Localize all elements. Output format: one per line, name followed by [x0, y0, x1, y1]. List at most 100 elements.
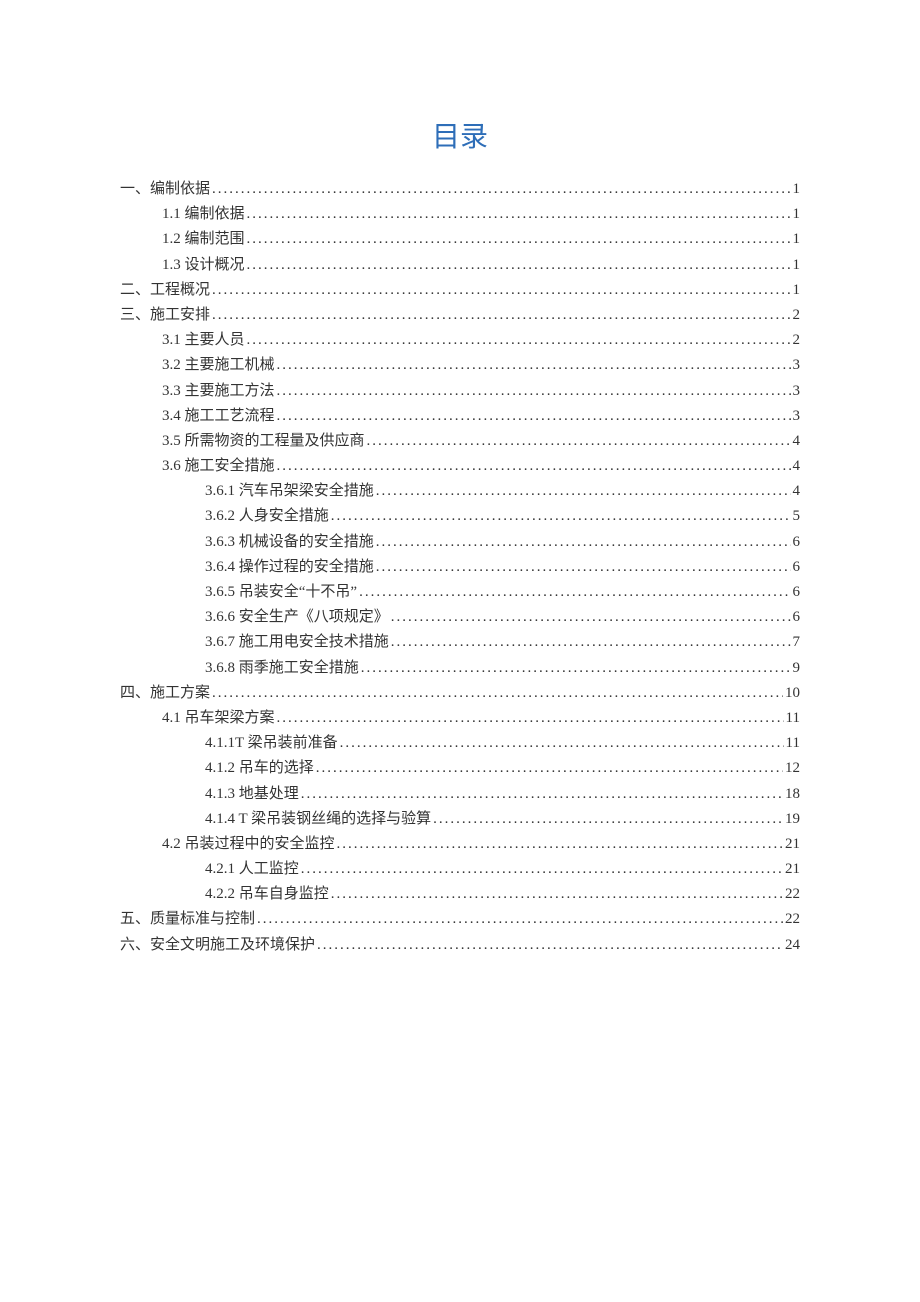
toc-entry[interactable]: 4.2 吊装过程中的安全监控 21: [120, 832, 800, 857]
toc-entry[interactable]: 3.6.7 施工用电安全技术措施7: [120, 630, 800, 655]
toc-entry-label: 六、安全文明施工及环境保护: [120, 933, 315, 958]
toc-entry[interactable]: 四、施工方案 10: [120, 681, 800, 706]
toc-entry-page: 1: [793, 202, 801, 227]
toc-entry-label: 4.1 吊车架梁方案: [162, 706, 275, 731]
toc-entry-label: 三、施工安排: [120, 303, 210, 328]
toc-entry[interactable]: 五、质量标准与控制22: [120, 907, 800, 932]
toc-leader-dots: [331, 882, 783, 907]
toc-entry-page: 6: [793, 530, 801, 555]
toc-entry-label: 1.3 设计概况: [162, 253, 245, 278]
toc-entry-page: 11: [786, 731, 800, 756]
toc-entry-page: 3: [793, 404, 801, 429]
toc-entry-label: 3.3 主要施工方法: [162, 379, 275, 404]
toc-leader-dots: [247, 227, 791, 252]
toc-entry-page: 3: [793, 353, 801, 378]
toc-entry-label: 4.1.3 地基处理: [205, 782, 299, 807]
toc-entry-label: 4.2 吊装过程中的安全监控: [162, 832, 335, 857]
toc-leader-dots: [331, 504, 791, 529]
toc-entry[interactable]: 一、编制依据1: [120, 177, 800, 202]
toc-entry-label: 一、编制依据: [120, 177, 210, 202]
toc-leader-dots: [337, 832, 783, 857]
toc-entry[interactable]: 三、施工安排2: [120, 303, 800, 328]
toc-leader-dots: [376, 479, 791, 504]
toc-entry-page: 3: [793, 379, 801, 404]
toc-entry[interactable]: 4.1.1T 梁吊装前准备 11: [120, 731, 800, 756]
toc-entry-page: 4: [793, 429, 801, 454]
toc-entry-page: 1: [793, 227, 801, 252]
toc-entry[interactable]: 4.2.1 人工监控21: [120, 857, 800, 882]
toc-entry-label: 3.2 主要施工机械: [162, 353, 275, 378]
toc-leader-dots: [247, 328, 791, 353]
toc-leader-dots: [367, 429, 791, 454]
toc-leader-dots: [340, 731, 784, 756]
toc-entry-label: 3.6.3 机械设备的安全措施: [205, 530, 374, 555]
toc-leader-dots: [277, 706, 784, 731]
toc-entry[interactable]: 4.1.4 T 梁吊装钢丝绳的选择与验算19: [120, 807, 800, 832]
toc-leader-dots: [361, 656, 791, 681]
toc-entry-label: 3.6.4 操作过程的安全措施: [205, 555, 374, 580]
toc-entry-label: 二、工程概况: [120, 278, 210, 303]
toc-entry[interactable]: 3.1 主要人员2: [120, 328, 800, 353]
toc-entry-page: 24: [785, 933, 800, 958]
toc-leader-dots: [212, 278, 790, 303]
toc-leader-dots: [277, 454, 791, 479]
toc-entry-page: 5: [793, 504, 801, 529]
toc-entry-page: 4: [793, 454, 801, 479]
toc-entry[interactable]: 4.1.3 地基处理 18: [120, 782, 800, 807]
toc-entry-page: 6: [793, 555, 801, 580]
toc-entry-page: 4: [793, 479, 801, 504]
toc-leader-dots: [212, 177, 790, 202]
toc-entry-page: 6: [793, 605, 801, 630]
toc-entry-label: 4.2.1 人工监控: [205, 857, 299, 882]
toc-entry-page: 9: [793, 656, 801, 681]
toc-entry[interactable]: 1.2 编制范围 1: [120, 227, 800, 252]
table-of-contents: 一、编制依据11.1 编制依据11.2 编制范围11.3 设计概况1二、工程概况…: [120, 177, 800, 958]
toc-entry-label: 1.2 编制范围: [162, 227, 245, 252]
toc-entry-page: 21: [785, 832, 800, 857]
toc-entry[interactable]: 3.6.1 汽车吊架梁安全措施 4: [120, 479, 800, 504]
toc-entry-page: 1: [793, 253, 801, 278]
toc-entry[interactable]: 3.6.4 操作过程的安全措施 6: [120, 555, 800, 580]
toc-entry-page: 10: [785, 681, 800, 706]
toc-entry-page: 2: [793, 328, 801, 353]
toc-entry[interactable]: 3.6 施工安全措施4: [120, 454, 800, 479]
toc-leader-dots: [359, 580, 790, 605]
toc-entry-label: 3.6.1 汽车吊架梁安全措施: [205, 479, 374, 504]
toc-entry[interactable]: 3.5 所需物资的工程量及供应商 4: [120, 429, 800, 454]
toc-leader-dots: [316, 756, 783, 781]
toc-entry[interactable]: 4.2.2 吊车自身监控22: [120, 882, 800, 907]
toc-entry-label: 3.6.5 吊装安全“十不吊”: [205, 580, 357, 605]
toc-entry-label: 4.1.2 吊车的选择: [205, 756, 314, 781]
toc-entry[interactable]: 1.3 设计概况 1: [120, 253, 800, 278]
toc-entry-label: 3.5 所需物资的工程量及供应商: [162, 429, 365, 454]
toc-entry[interactable]: 六、安全文明施工及环境保护 24: [120, 933, 800, 958]
toc-leader-dots: [376, 555, 791, 580]
toc-entry[interactable]: 1.1 编制依据 1: [120, 202, 800, 227]
toc-entry[interactable]: 3.6.3 机械设备的安全措施 6: [120, 530, 800, 555]
toc-entry[interactable]: 3.3 主要施工方法 3: [120, 379, 800, 404]
toc-entry[interactable]: 3.6.5 吊装安全“十不吊” 6: [120, 580, 800, 605]
toc-entry-page: 6: [793, 580, 801, 605]
toc-entry-label: 4.1.4 T 梁吊装钢丝绳的选择与验算: [205, 807, 431, 832]
toc-entry[interactable]: 4.1 吊车架梁方案 11: [120, 706, 800, 731]
toc-entry-label: 4.1.1T 梁吊装前准备: [205, 731, 338, 756]
toc-leader-dots: [433, 807, 783, 832]
toc-leader-dots: [301, 782, 783, 807]
toc-entry-label: 四、施工方案: [120, 681, 210, 706]
toc-entry[interactable]: 3.6.6 安全生产《八项规定》 6: [120, 605, 800, 630]
toc-leader-dots: [247, 202, 791, 227]
toc-entry[interactable]: 3.4 施工工艺流程3: [120, 404, 800, 429]
toc-entry[interactable]: 3.6.8 雨季施工安全措施9: [120, 656, 800, 681]
toc-leader-dots: [277, 379, 791, 404]
toc-entry-page: 11: [786, 706, 800, 731]
toc-entry-label: 1.1 编制依据: [162, 202, 245, 227]
toc-entry-label: 3.6.6 安全生产《八项规定》: [205, 605, 389, 630]
toc-entry[interactable]: 二、工程概况 1: [120, 278, 800, 303]
toc-entry[interactable]: 4.1.2 吊车的选择12: [120, 756, 800, 781]
toc-entry[interactable]: 3.2 主要施工机械 3: [120, 353, 800, 378]
toc-leader-dots: [247, 253, 791, 278]
toc-entry-label: 4.2.2 吊车自身监控: [205, 882, 329, 907]
toc-entry-page: 18: [785, 782, 800, 807]
toc-entry-page: 1: [793, 278, 801, 303]
toc-entry[interactable]: 3.6.2 人身安全措施5: [120, 504, 800, 529]
